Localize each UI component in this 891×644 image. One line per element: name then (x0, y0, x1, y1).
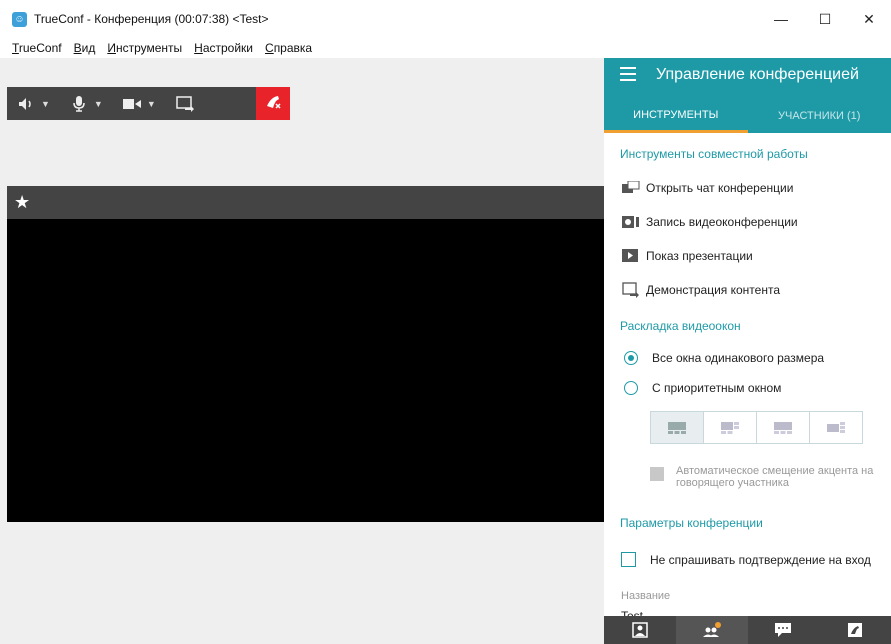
menu-settings[interactable]: Настройки (194, 41, 253, 55)
panel-header: Управление конференцией ИНСТРУМЕНТЫ УЧАС… (604, 58, 891, 133)
autoshift-option: Автоматическое смещение акцента на говор… (650, 465, 880, 489)
menu-view[interactable]: Вид (74, 41, 96, 55)
menu-help[interactable]: Справка (265, 41, 312, 55)
speaker-control[interactable]: ▼ (17, 87, 60, 120)
radio-unchecked[interactable] (624, 381, 638, 395)
screen-share-icon (622, 282, 640, 298)
layout-priority-option[interactable]: С приоритетным окном (624, 381, 781, 395)
layout-equal-button[interactable] (651, 412, 704, 443)
panel-bottom-bar (604, 616, 891, 644)
tool-label: Открыть чат конференции (646, 181, 794, 195)
record-icon (622, 215, 640, 229)
no-confirm-option[interactable]: Не спрашивать подтверждение на вход (621, 552, 871, 567)
window-title: TrueConf - Конференция (00:07:38) <Test> (34, 12, 269, 26)
layout-grid-icon (668, 421, 686, 434)
chat-icon (622, 181, 640, 195)
chevron-down-icon: ▼ (146, 98, 156, 109)
video-area[interactable] (7, 219, 604, 522)
menu-trueconf[interactable]: TrueConf (12, 41, 62, 55)
radio-label: С приоритетным окном (652, 381, 782, 395)
layout-bottom-button[interactable] (757, 412, 810, 443)
menu-tools[interactable]: Инструменты (107, 41, 182, 55)
video-header: ★ (7, 186, 604, 219)
layout-corner-icon (827, 421, 845, 433)
layout-section-title: Раскладка видеоокон (620, 319, 741, 333)
hangup-icon (264, 93, 282, 114)
close-button[interactable]: ✕ (847, 0, 891, 38)
participants-icon (702, 622, 721, 637)
layout-side-button[interactable] (704, 412, 757, 443)
layout-corner-button[interactable] (810, 412, 862, 443)
speaker-icon (17, 95, 35, 113)
phone-icon (848, 623, 863, 637)
star-icon[interactable]: ★ (14, 192, 30, 213)
hangup-button[interactable] (256, 87, 290, 120)
call-toolbar: ▼ ▼ ▼ (7, 87, 290, 120)
tool-label: Запись видеоконференции (646, 215, 798, 229)
tool-label: Показ презентации (646, 249, 753, 263)
call-button[interactable] (819, 616, 891, 644)
name-field-label: Название (621, 590, 671, 602)
radio-label: Все окна одинакового размера (652, 351, 825, 365)
minimize-button[interactable]: — (759, 0, 803, 38)
chat-bubble-icon (775, 623, 792, 637)
autoshift-checkbox (650, 467, 664, 481)
tool-label: Демонстрация контента (646, 283, 780, 297)
layout-side-icon (721, 421, 739, 434)
conference-control-panel: Управление конференцией ИНСТРУМЕНТЫ УЧАС… (604, 58, 891, 644)
trueconf-logo-icon: ☺ (12, 11, 27, 27)
presentation-icon (622, 249, 640, 263)
tab-participants[interactable]: УЧАСТНИКИ (1) (748, 99, 891, 133)
camera-control[interactable]: ▼ (122, 87, 166, 120)
chevron-down-icon: ▼ (41, 98, 50, 109)
window-controls: — ☐ ✕ (759, 0, 891, 38)
menu-bar: TrueConf Вид Инструменты Настройки Справ… (0, 38, 891, 58)
chevron-down-icon: ▼ (93, 98, 103, 109)
panel-tabs: ИНСТРУМЕНТЫ УЧАСТНИКИ (1) (604, 99, 891, 133)
layout-buttons (650, 411, 863, 444)
contacts-button[interactable] (604, 616, 676, 644)
autoshift-label: Автоматическое смещение акцента на говор… (676, 465, 874, 489)
no-confirm-label: Не спрашивать подтверждение на вход (650, 552, 871, 567)
record-button[interactable]: Запись видеоконференции (622, 215, 798, 229)
tab-tools[interactable]: ИНСТРУМЕНТЫ (604, 99, 748, 133)
camera-icon (122, 95, 141, 113)
chat-button[interactable] (748, 616, 820, 644)
panel-title: Управление конференцией (656, 66, 859, 83)
microphone-icon (70, 95, 88, 113)
microphone-control[interactable]: ▼ (70, 87, 113, 120)
params-section-title: Параметры конференции (620, 516, 763, 530)
layout-equal-option[interactable]: Все окна одинакового размера (624, 351, 824, 365)
screen-share-icon (176, 95, 194, 113)
participants-button[interactable] (675, 616, 748, 644)
screen-share-control[interactable] (176, 87, 194, 120)
no-confirm-checkbox[interactable] (621, 552, 636, 567)
collab-section-title: Инструменты совместной работы (620, 147, 808, 161)
menu-icon[interactable] (620, 67, 636, 85)
radio-checked[interactable] (624, 351, 638, 365)
maximize-button[interactable]: ☐ (803, 0, 847, 38)
conference-area: ▼ ▼ ▼ ★ (0, 58, 604, 644)
open-chat-button[interactable]: Открыть чат конференции (622, 181, 793, 195)
presentation-button[interactable]: Показ презентации (622, 249, 753, 263)
layout-bottom-icon (774, 421, 792, 434)
contacts-icon (632, 622, 648, 638)
title-bar: ☺ TrueConf - Конференция (00:07:38) <Tes… (0, 0, 891, 38)
content-share-button[interactable]: Демонстрация контента (622, 282, 780, 298)
